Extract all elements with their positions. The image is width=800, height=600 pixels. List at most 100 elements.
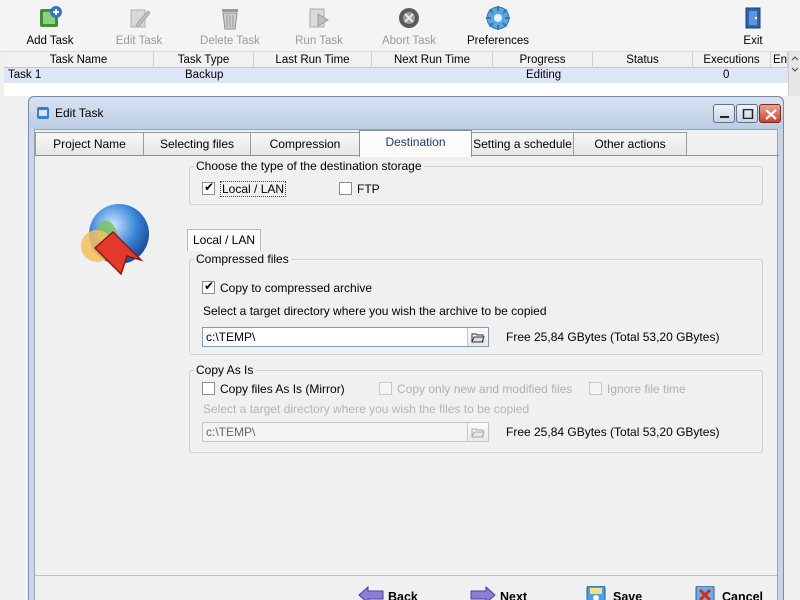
files-path-value: c:\TEMP\	[206, 425, 256, 439]
tab-destination[interactable]: Destination	[359, 130, 472, 157]
destination-panel: Choose the type of the destination stora…	[35, 155, 779, 575]
cancel-icon	[695, 586, 715, 600]
col-next-run-time[interactable]: Next Run Time	[372, 52, 493, 68]
local-lan-box: ✔	[202, 180, 215, 195]
back-arrow-icon	[358, 586, 384, 600]
only-new-label: Copy only new and modified files	[397, 382, 573, 396]
subtab-local-lan[interactable]: Local / LAN	[187, 229, 261, 251]
copy-as-is-legend: Copy As Is	[196, 363, 254, 377]
cell-task-type: Backup	[185, 69, 224, 81]
add-task-button[interactable]: Add Task	[5, 2, 95, 50]
delete-task-label: Delete Task	[200, 35, 260, 47]
exit-button[interactable]: Exit	[708, 2, 798, 50]
next-label: Next	[500, 590, 528, 600]
maximize-icon	[742, 109, 754, 119]
abort-task-button[interactable]: Abort Task	[364, 2, 454, 50]
col-progress[interactable]: Progress	[493, 52, 593, 68]
dialog-client: Project Name Selecting files Compression…	[34, 129, 779, 600]
compressed-files-legend: Compressed files	[196, 252, 289, 266]
col-task-name[interactable]: Task Name	[4, 52, 154, 68]
abort-task-icon	[399, 8, 419, 28]
archive-path-value: c:\TEMP\	[206, 330, 256, 344]
ftp-checkbox[interactable]: FTP	[339, 182, 380, 198]
only-new-checkbox[interactable]: Copy only new and modified files	[379, 382, 572, 398]
ignore-time-box	[589, 382, 602, 395]
delete-task-icon	[222, 9, 238, 30]
edit-task-window: Edit Task Project Name Selecting files C…	[28, 96, 784, 600]
files-path-input[interactable]: c:\TEMP\	[202, 422, 489, 442]
save-icon	[586, 586, 606, 600]
tab-other-actions[interactable]: Other actions	[573, 132, 687, 156]
files-browse-button[interactable]	[467, 423, 488, 441]
only-new-box	[379, 382, 392, 395]
col-enabled[interactable]: Ena	[771, 52, 788, 68]
files-free-space: Free 25,84 GBytes (Total 53,20 GBytes)	[506, 425, 720, 439]
local-lan-label: Local / LAN	[220, 181, 287, 197]
abort-task-label: Abort Task	[381, 35, 437, 47]
destination-globe-icon	[81, 204, 149, 276]
minimize-button[interactable]	[713, 104, 735, 123]
tab-project-name[interactable]: Project Name	[35, 132, 144, 156]
save-button[interactable]: Save	[583, 586, 642, 600]
tab-compression[interactable]: Compression	[250, 132, 360, 156]
app-window-icon	[37, 107, 49, 119]
cell-executions: 0	[723, 69, 730, 81]
grid-header: Task Name Task Type Last Run Time Next R…	[4, 52, 800, 68]
folder-open-icon	[471, 333, 485, 343]
exit-label: Exit	[743, 35, 763, 47]
close-icon	[765, 109, 777, 120]
check-mark-icon: ✔	[204, 279, 215, 293]
grid-scrollbar[interactable]	[788, 52, 800, 96]
exit-icon	[745, 7, 761, 29]
close-button[interactable]	[759, 104, 781, 123]
maximize-button[interactable]	[736, 104, 758, 123]
tab-setting-a-schedule[interactable]: Setting a schedule	[471, 132, 574, 156]
mirror-checkbox[interactable]: Copy files As Is (Mirror)	[202, 382, 345, 398]
tab-selecting-files[interactable]: Selecting files	[143, 132, 251, 156]
preferences-icon	[486, 6, 510, 30]
archive-path-input[interactable]: c:\TEMP\	[202, 327, 489, 347]
preferences-label: Preferences	[466, 35, 529, 47]
table-row[interactable]: Task 1 Backup Editing 0	[4, 68, 794, 83]
ftp-label: FTP	[357, 182, 380, 196]
window-titlebar[interactable]: Edit Task	[29, 97, 783, 129]
col-status[interactable]: Status	[593, 52, 693, 68]
check-mark-icon: ✔	[204, 180, 215, 194]
archive-browse-button[interactable]	[467, 328, 488, 346]
cell-task-name: Task 1	[8, 69, 42, 81]
col-executions[interactable]: Executions	[693, 52, 771, 68]
col-last-run-time[interactable]: Last Run Time	[254, 52, 372, 68]
run-task-button[interactable]: Run Task	[274, 2, 364, 50]
folder-open-icon	[471, 428, 485, 438]
ignore-time-checkbox[interactable]: Ignore file time	[589, 382, 686, 398]
delete-task-button[interactable]: Delete Task	[185, 2, 275, 50]
dialog-button-strip: Back Next Save Cancel	[35, 575, 777, 600]
copy-to-archive-box: ✔	[202, 279, 215, 294]
cell-progress: Editing	[526, 69, 562, 81]
task-grid[interactable]: Task Name Task Type Last Run Time Next R…	[4, 52, 800, 96]
window-title: Edit Task	[55, 106, 104, 120]
back-button[interactable]: Back	[358, 586, 418, 600]
next-arrow-icon	[470, 586, 496, 600]
ftp-box	[339, 182, 352, 195]
preferences-button[interactable]: Preferences	[453, 2, 543, 50]
edit-task-icon	[130, 9, 151, 28]
scroll-arrows-icon	[791, 56, 799, 72]
back-label: Back	[388, 590, 418, 600]
tab-strip: Project Name Selecting files Compression…	[35, 130, 779, 157]
ignore-time-label: Ignore file time	[607, 382, 686, 396]
local-lan-checkbox[interactable]: ✔ Local / LAN	[202, 180, 287, 198]
next-button[interactable]: Next	[470, 586, 527, 600]
edit-task-label: Edit Task	[115, 35, 163, 47]
copy-to-archive-label: Copy to compressed archive	[220, 281, 373, 295]
archive-free-space: Free 25,84 GBytes (Total 53,20 GBytes)	[506, 330, 720, 344]
edit-task-button[interactable]: Edit Task	[94, 2, 184, 50]
archive-target-prompt: Select a target directory where you wish…	[203, 304, 547, 318]
add-task-icon	[40, 6, 62, 27]
col-task-type[interactable]: Task Type	[154, 52, 254, 68]
cancel-button[interactable]: Cancel	[692, 586, 763, 600]
files-target-prompt: Select a target directory where you wish…	[203, 402, 530, 416]
copy-to-archive-checkbox[interactable]: ✔ Copy to compressed archive	[202, 279, 373, 297]
run-task-label: Run Task	[295, 35, 343, 47]
run-task-icon	[309, 8, 329, 28]
